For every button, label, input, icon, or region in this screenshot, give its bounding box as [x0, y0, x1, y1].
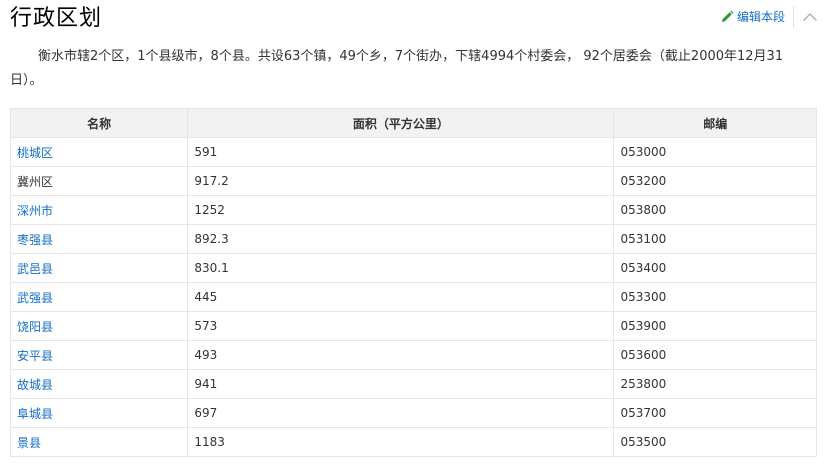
table-row: 景县 1183 053500	[9, 427, 817, 457]
area-cell: 892.3	[187, 224, 615, 254]
section-paragraph: 衡水市辖2个区，1个县级市，8个县。共设63个镇，49个乡，7个街办，下辖499…	[10, 49, 784, 88]
table-row: 饶阳县 573 053900	[9, 311, 817, 341]
area-cell: 697	[187, 398, 615, 428]
district-link[interactable]: 枣强县	[17, 233, 53, 247]
table-row: 安平县 493 053600	[9, 340, 817, 370]
area-cell: 591	[187, 137, 615, 167]
district-link[interactable]: 武强县	[17, 291, 53, 305]
table-row: 武强县 445 053300	[9, 282, 817, 312]
area-cell: 445	[187, 282, 615, 312]
district-link[interactable]: 武邑县	[17, 262, 53, 276]
header-zip: 邮编	[613, 108, 817, 138]
district-link[interactable]: 故城县	[17, 378, 53, 392]
header-area: 面积（平方公里）	[187, 108, 615, 138]
collapse-button[interactable]	[799, 6, 821, 28]
area-cell: 493	[187, 340, 615, 370]
table-row: 深州市 1252 053800	[9, 195, 817, 225]
area-cell: 1183	[187, 427, 615, 457]
zip-cell: 053700	[613, 398, 817, 428]
district-link[interactable]: 阜城县	[17, 407, 53, 421]
table-row: 阜城县 697 053700	[9, 398, 817, 428]
district-link[interactable]: 景县	[17, 436, 41, 450]
district-link[interactable]: 桃城区	[17, 146, 53, 160]
zip-cell: 053100	[613, 224, 817, 254]
district-link[interactable]: 安平县	[17, 349, 53, 363]
toolbar-divider	[793, 6, 794, 28]
zip-cell: 253800	[613, 369, 817, 399]
zip-cell: 053300	[613, 282, 817, 312]
area-cell: 941	[187, 369, 615, 399]
zip-cell: 053000	[613, 137, 817, 167]
header-name: 名称	[9, 108, 189, 138]
zip-cell: 053800	[613, 195, 817, 225]
area-cell: 917.2	[187, 166, 615, 196]
table-row: 武邑县 830.1 053400	[9, 253, 817, 283]
section-title: 行政区划	[10, 6, 103, 31]
zip-cell: 053200	[613, 166, 817, 196]
district-link[interactable]: 深州市	[17, 204, 53, 218]
zip-cell: 053500	[613, 427, 817, 457]
zip-cell: 053600	[613, 340, 817, 370]
area-cell: 573	[187, 311, 615, 341]
edit-section-label: 编辑本段	[736, 10, 785, 24]
area-cell: 1252	[187, 195, 615, 225]
table-header-row: 名称 面积（平方公里） 邮编	[9, 108, 817, 138]
edit-section-button[interactable]: 编辑本段	[720, 8, 785, 26]
district-name: 冀州区	[9, 166, 189, 196]
table-row: 冀州区 917.2 053200	[9, 166, 817, 196]
area-cell: 830.1	[187, 253, 615, 283]
table-row: 故城县 941 253800	[9, 369, 817, 399]
pencil-icon	[720, 10, 734, 24]
zip-cell: 053900	[613, 311, 817, 341]
table-row: 桃城区 591 053000	[9, 137, 817, 167]
table-row: 枣强县 892.3 053100	[9, 224, 817, 254]
district-table: 名称 面积（平方公里） 邮编 桃城区 591 053000 冀州区 917.2 …	[9, 108, 817, 457]
chevron-up-icon	[803, 13, 817, 21]
zip-cell: 053400	[613, 253, 817, 283]
district-link[interactable]: 饶阳县	[17, 320, 53, 334]
